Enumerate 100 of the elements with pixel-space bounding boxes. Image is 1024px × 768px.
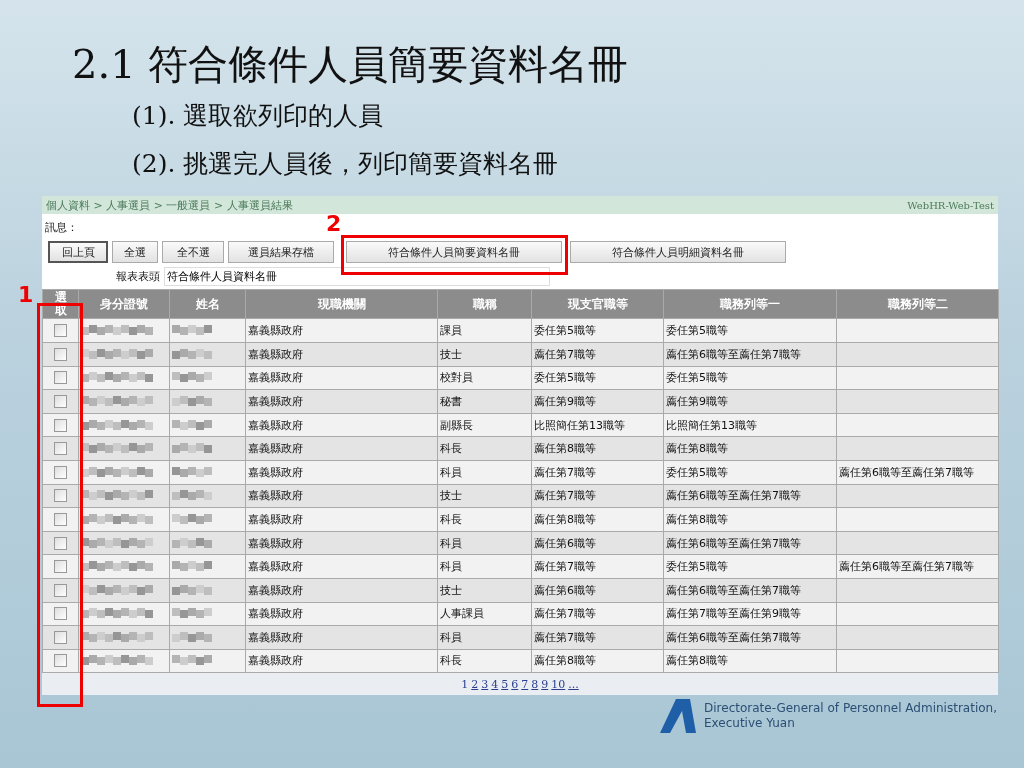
table-cell: 人事課員 [437,602,532,626]
page-link[interactable]: 10 [551,677,566,691]
logo-text: Directorate-General of Personnel Administration, [704,701,997,717]
table-cell: 課員 [437,318,532,343]
page-link[interactable]: ... [568,677,579,691]
page-link[interactable]: 8 [531,677,539,691]
row-checkbox[interactable] [54,347,67,361]
column-header: 職務列等一 [663,289,837,319]
step-text: (1). 選取欲列印的人員 [132,100,385,132]
slide-title: 2.1 符合條件人員簡要資料名冊 [72,40,630,89]
table-cell: 嘉義縣政府 [245,342,438,367]
table-cell: 薦任第7職等 [531,554,664,579]
table-cell: 薦任第8職等 [531,649,664,673]
table-cell: 科員 [437,460,532,485]
table-cell: 嘉義縣政府 [245,436,438,461]
action-button[interactable]: 全選 [112,241,158,263]
table-cell: 薦任第9職等 [663,389,837,414]
table-cell: 科員 [437,531,532,555]
table-cell: 薦任第6職等至薦任第7職等 [663,342,837,367]
table-cell: 薦任第8職等 [663,649,837,673]
table-cell: 委任第5職等 [531,366,664,390]
row-checkbox[interactable] [54,630,67,644]
table-cell: 委任第5職等 [531,318,664,343]
system-name: WebHR-Web-Test [907,199,994,211]
column-header: 現支官職等 [531,289,664,319]
annotation-number: 2 [326,211,342,236]
table-cell: 委任第5職等 [663,318,837,343]
table-cell: 科長 [437,436,532,461]
table-cell: 薦任第8職等 [531,436,664,461]
table-cell: 委任第5職等 [663,554,837,579]
page-link[interactable]: 1 [461,677,469,691]
page-link[interactable]: 4 [491,677,499,691]
page-link[interactable]: 9 [541,677,549,691]
column-header: 職稱 [437,289,532,319]
column-header: 身分證號 [78,289,170,319]
breadcrumb: 個人資料 > 人事選員 > 一般選員 > 人事選員結果 [46,197,293,213]
table-cell: 薦任第8職等 [663,507,837,532]
table-cell: 薦任第6職等至薦任第7職等 [663,625,837,650]
table-cell: 嘉義縣政府 [245,484,438,508]
page-link[interactable]: 7 [521,677,529,691]
table-cell: 技士 [437,342,532,367]
table-cell: 秘書 [437,389,532,414]
table-cell: 嘉義縣政府 [245,460,438,485]
table-cell: 薦任第6職等 [531,531,664,555]
row-checkbox[interactable] [54,465,67,479]
table-cell: 校對員 [437,366,532,390]
table-cell: 科長 [437,649,532,673]
step-text: (2). 挑選完人員後，列印簡要資料名冊 [132,148,560,180]
row-checkbox[interactable] [54,371,67,385]
table-cell: 薦任第7職等至薦任第9職等 [663,602,837,626]
column-header: 職務列等二 [836,289,999,319]
table-cell: 嘉義縣政府 [245,649,438,673]
row-checkbox[interactable] [54,324,67,338]
table-cell: 嘉義縣政府 [245,554,438,579]
action-button[interactable]: 全不選 [162,241,224,263]
table-cell: 嘉義縣政府 [245,318,438,343]
table-cell: 薦任第6職等至薦任第7職等 [836,554,999,579]
page-link[interactable]: 6 [511,677,519,691]
row-checkbox[interactable] [54,583,67,597]
action-button[interactable]: 選員結果存檔 [228,241,334,263]
table-cell: 薦任第8職等 [531,507,664,532]
table-cell: 嘉義縣政府 [245,578,438,602]
table-cell: 薦任第6職等 [531,578,664,602]
action-button[interactable]: 符合條件人員簡要資料名冊 [346,241,562,263]
table-cell: 薦任第6職等至薦任第7職等 [663,578,837,602]
table-cell: 比照簡任第13職等 [531,413,664,437]
table-cell: 薦任第7職等 [531,342,664,367]
table-cell: 薦任第7職等 [531,460,664,485]
report-header-field[interactable]: 符合條件人員資料名冊 [164,267,550,286]
action-button[interactable]: 回上頁 [48,241,108,263]
page-link[interactable]: 5 [501,677,509,691]
table-cell: 科員 [437,625,532,650]
row-checkbox[interactable] [54,394,67,408]
table-cell: 薦任第7職等 [531,625,664,650]
table-cell: 嘉義縣政府 [245,531,438,555]
table-cell: 嘉義縣政府 [245,389,438,414]
row-checkbox[interactable] [54,512,67,526]
logo-icon [660,699,696,734]
row-checkbox[interactable] [54,442,67,456]
table-cell: 副縣長 [437,413,532,437]
message-label: 訊息： [45,221,78,234]
column-header: 現職機關 [245,289,438,319]
row-checkbox[interactable] [54,418,67,432]
table-cell: 薦任第7職等 [531,602,664,626]
column-header: 姓名 [169,289,246,319]
report-header-label: 報表表頭 [116,269,160,284]
action-button[interactable]: 符合條件人員明細資料名冊 [570,241,786,263]
page-link[interactable]: 2 [471,677,479,691]
row-checkbox[interactable] [54,654,67,668]
logo-text: Executive Yuan [704,716,796,732]
table-cell: 科長 [437,507,532,532]
row-checkbox[interactable] [54,536,67,550]
table-cell: 嘉義縣政府 [245,366,438,390]
table-cell: 科員 [437,554,532,579]
table-cell: 委任第5職等 [663,460,837,485]
row-checkbox[interactable] [54,607,67,621]
row-checkbox[interactable] [54,489,67,503]
table-cell: 薦任第6職等至薦任第7職等 [663,531,837,555]
page-link[interactable]: 3 [481,677,489,691]
row-checkbox[interactable] [54,560,67,574]
